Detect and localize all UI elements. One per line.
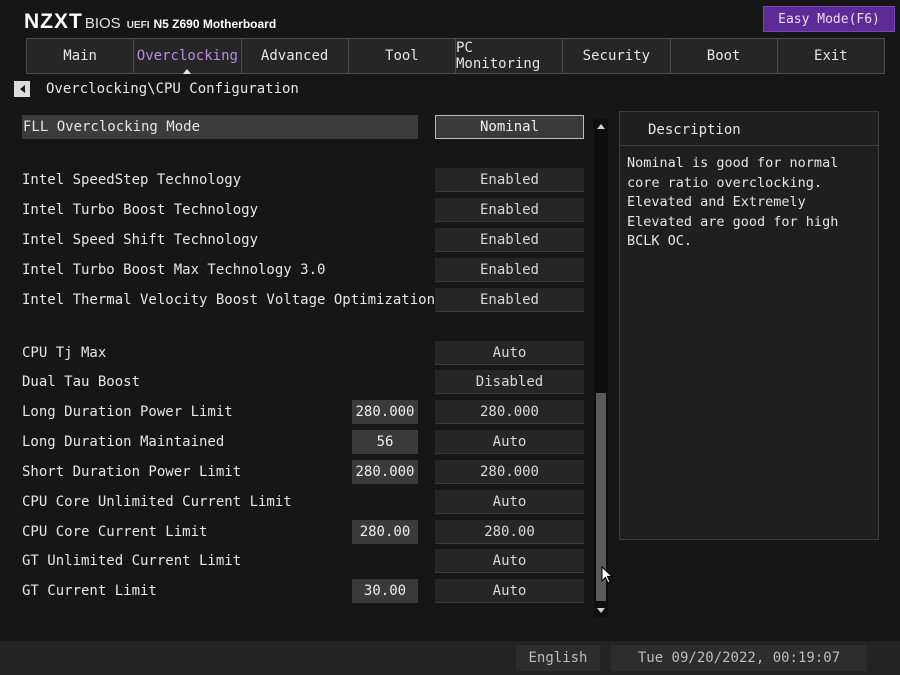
setting-label-turbo-boost[interactable]: Intel Turbo Boost Technology bbox=[22, 198, 258, 222]
long-duration-maintained-current: 56 bbox=[352, 430, 418, 454]
easy-mode-button[interactable]: Easy Mode(F6) bbox=[763, 6, 895, 32]
breadcrumb-path: Overclocking\CPU Configuration bbox=[46, 81, 299, 97]
tab-exit[interactable]: Exit bbox=[776, 38, 885, 74]
breadcrumb: Overclocking\CPU Configuration bbox=[14, 80, 299, 98]
setting-label-fll-overclocking-mode[interactable]: FLL Overclocking Mode bbox=[22, 115, 418, 139]
cpu-core-current-limit-value[interactable]: 280.00 bbox=[435, 520, 584, 544]
setting-label-gt-current-limit[interactable]: GT Current Limit bbox=[22, 579, 157, 603]
uefi-label: UEFI bbox=[126, 20, 150, 31]
setting-label-short-duration-power-limit[interactable]: Short Duration Power Limit bbox=[22, 460, 241, 484]
short-duration-power-limit-value[interactable]: 280.000 bbox=[435, 460, 584, 484]
fll-overclocking-mode-value[interactable]: Nominal bbox=[435, 115, 584, 139]
tab-advanced[interactable]: Advanced bbox=[240, 38, 349, 74]
gt-unlimited-current-value[interactable]: Auto bbox=[435, 549, 584, 573]
brand-logo: NZXT bbox=[24, 10, 83, 33]
setting-label-dual-tau-boost[interactable]: Dual Tau Boost bbox=[22, 370, 140, 394]
header: NZXT BIOS UEFI N5 Z690 Motherboard Easy Mod… bbox=[0, 0, 900, 38]
tab-main[interactable]: Main bbox=[26, 38, 135, 74]
setting-label-speed-shift[interactable]: Intel Speed Shift Technology bbox=[22, 228, 258, 252]
cpu-core-unlimited-current-value[interactable]: Auto bbox=[435, 490, 584, 514]
setting-label-speedstep[interactable]: Intel SpeedStep Technology bbox=[22, 168, 241, 192]
long-duration-power-limit-value[interactable]: 280.000 bbox=[435, 400, 584, 424]
mouse-cursor-icon bbox=[601, 566, 613, 584]
description-text: Nominal is good for normal core ratio ov… bbox=[627, 155, 839, 249]
tab-boot[interactable]: Boot bbox=[669, 38, 778, 74]
setting-label-thermal-velocity-boost[interactable]: Intel Thermal Velocity Boost Voltage Opt… bbox=[22, 288, 443, 312]
cpu-core-current-limit-current: 280.00 bbox=[352, 520, 418, 544]
tab-pc-monitoring[interactable]: PC Monitoring bbox=[455, 38, 564, 74]
tab-security[interactable]: Security bbox=[562, 38, 671, 74]
description-title: Description bbox=[620, 112, 878, 146]
thermal-velocity-boost-value[interactable]: Enabled bbox=[435, 288, 584, 312]
scroll-up-icon[interactable] bbox=[594, 119, 608, 133]
long-duration-power-limit-current: 280.000 bbox=[352, 400, 418, 424]
footer: English Tue 09/20/2022, 00:19:07 bbox=[0, 641, 900, 675]
speed-shift-value[interactable]: Enabled bbox=[435, 228, 584, 252]
datetime-display: Tue 09/20/2022, 00:19:07 bbox=[611, 645, 867, 671]
tab-tool[interactable]: Tool bbox=[347, 38, 456, 74]
setting-label-long-duration-maintained[interactable]: Long Duration Maintained bbox=[22, 430, 224, 454]
settings-scrollbar[interactable] bbox=[594, 119, 608, 617]
short-duration-power-limit-current: 280.000 bbox=[352, 460, 418, 484]
description-panel: Description Nominal is good for normal c… bbox=[619, 111, 879, 540]
gt-current-limit-current: 30.00 bbox=[352, 579, 418, 603]
back-arrow-icon[interactable] bbox=[14, 81, 30, 97]
setting-label-cpu-core-current-limit[interactable]: CPU Core Current Limit bbox=[22, 520, 207, 544]
dual-tau-boost-value[interactable]: Disabled bbox=[435, 370, 584, 394]
logo: NZXT BIOS UEFI N5 Z690 Motherboard bbox=[24, 10, 276, 34]
speedstep-value[interactable]: Enabled bbox=[435, 168, 584, 192]
long-duration-maintained-value[interactable]: Auto bbox=[435, 430, 584, 454]
language-selector[interactable]: English bbox=[516, 645, 600, 671]
turbo-boost-max-3-value[interactable]: Enabled bbox=[435, 258, 584, 282]
setting-label-turbo-boost-max-3[interactable]: Intel Turbo Boost Max Technology 3.0 bbox=[22, 258, 325, 282]
gt-current-limit-value[interactable]: Auto bbox=[435, 579, 584, 603]
setting-label-cpu-core-unlimited-current[interactable]: CPU Core Unlimited Current Limit bbox=[22, 490, 292, 514]
turbo-boost-value[interactable]: Enabled bbox=[435, 198, 584, 222]
main-tabs: Main Overclocking Advanced Tool PC Monit… bbox=[26, 38, 885, 74]
board-name: N5 Z690 Motherboard bbox=[153, 17, 277, 31]
bios-label: BIOS bbox=[84, 15, 121, 32]
tab-overclocking[interactable]: Overclocking bbox=[133, 38, 242, 74]
setting-label-cpu-tj-max[interactable]: CPU Tj Max bbox=[22, 341, 106, 365]
cpu-tj-max-value[interactable]: Auto bbox=[435, 341, 584, 365]
scroll-down-icon[interactable] bbox=[594, 603, 608, 617]
setting-label-long-duration-power-limit[interactable]: Long Duration Power Limit bbox=[22, 400, 233, 424]
setting-label-gt-unlimited-current[interactable]: GT Unlimited Current Limit bbox=[22, 549, 241, 573]
